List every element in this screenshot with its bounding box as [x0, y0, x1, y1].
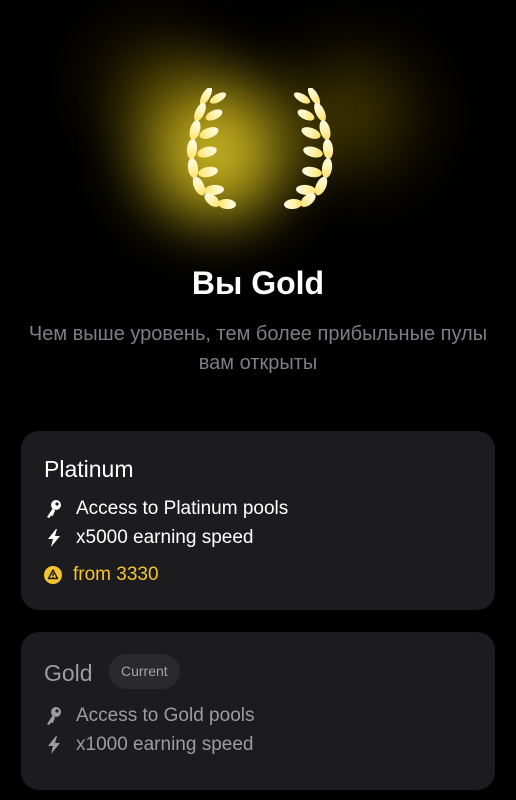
tier-name: Platinum — [44, 456, 134, 482]
tier-card-platinum[interactable]: Platinum Access to Platinum pools x5000 … — [21, 431, 495, 610]
laurel-wreath-icon — [186, 88, 334, 210]
lightning-icon — [48, 736, 60, 754]
key-icon — [47, 707, 61, 725]
hero-section — [0, 0, 516, 250]
coin-icon — [44, 566, 62, 584]
feature-row: x5000 earning speed — [44, 526, 253, 550]
current-badge: Current — [109, 654, 180, 689]
price-text: from 3330 — [73, 564, 159, 585]
feature-text: x1000 earning speed — [76, 734, 254, 755]
key-icon — [47, 500, 61, 518]
feature-row: x1000 earning speed — [44, 733, 253, 757]
tier-price: from 3330 — [44, 564, 159, 586]
page-title: Вы Gold — [191, 265, 325, 301]
tier-name: Gold — [44, 660, 93, 686]
feature-text: Access to Gold pools — [76, 705, 255, 726]
feature-text: Access to Platinum pools — [76, 498, 289, 519]
feature-text: x5000 earning speed — [76, 527, 254, 548]
lightning-icon — [48, 529, 60, 547]
feature-row: Access to Gold pools — [44, 704, 254, 728]
feature-row: Access to Platinum pools — [44, 497, 288, 521]
page-subtitle: Чем выше уровень, тем более прибыльные п… — [28, 323, 488, 374]
tier-card-gold[interactable]: Gold Current Access to Gold pools x1000 … — [21, 632, 495, 790]
